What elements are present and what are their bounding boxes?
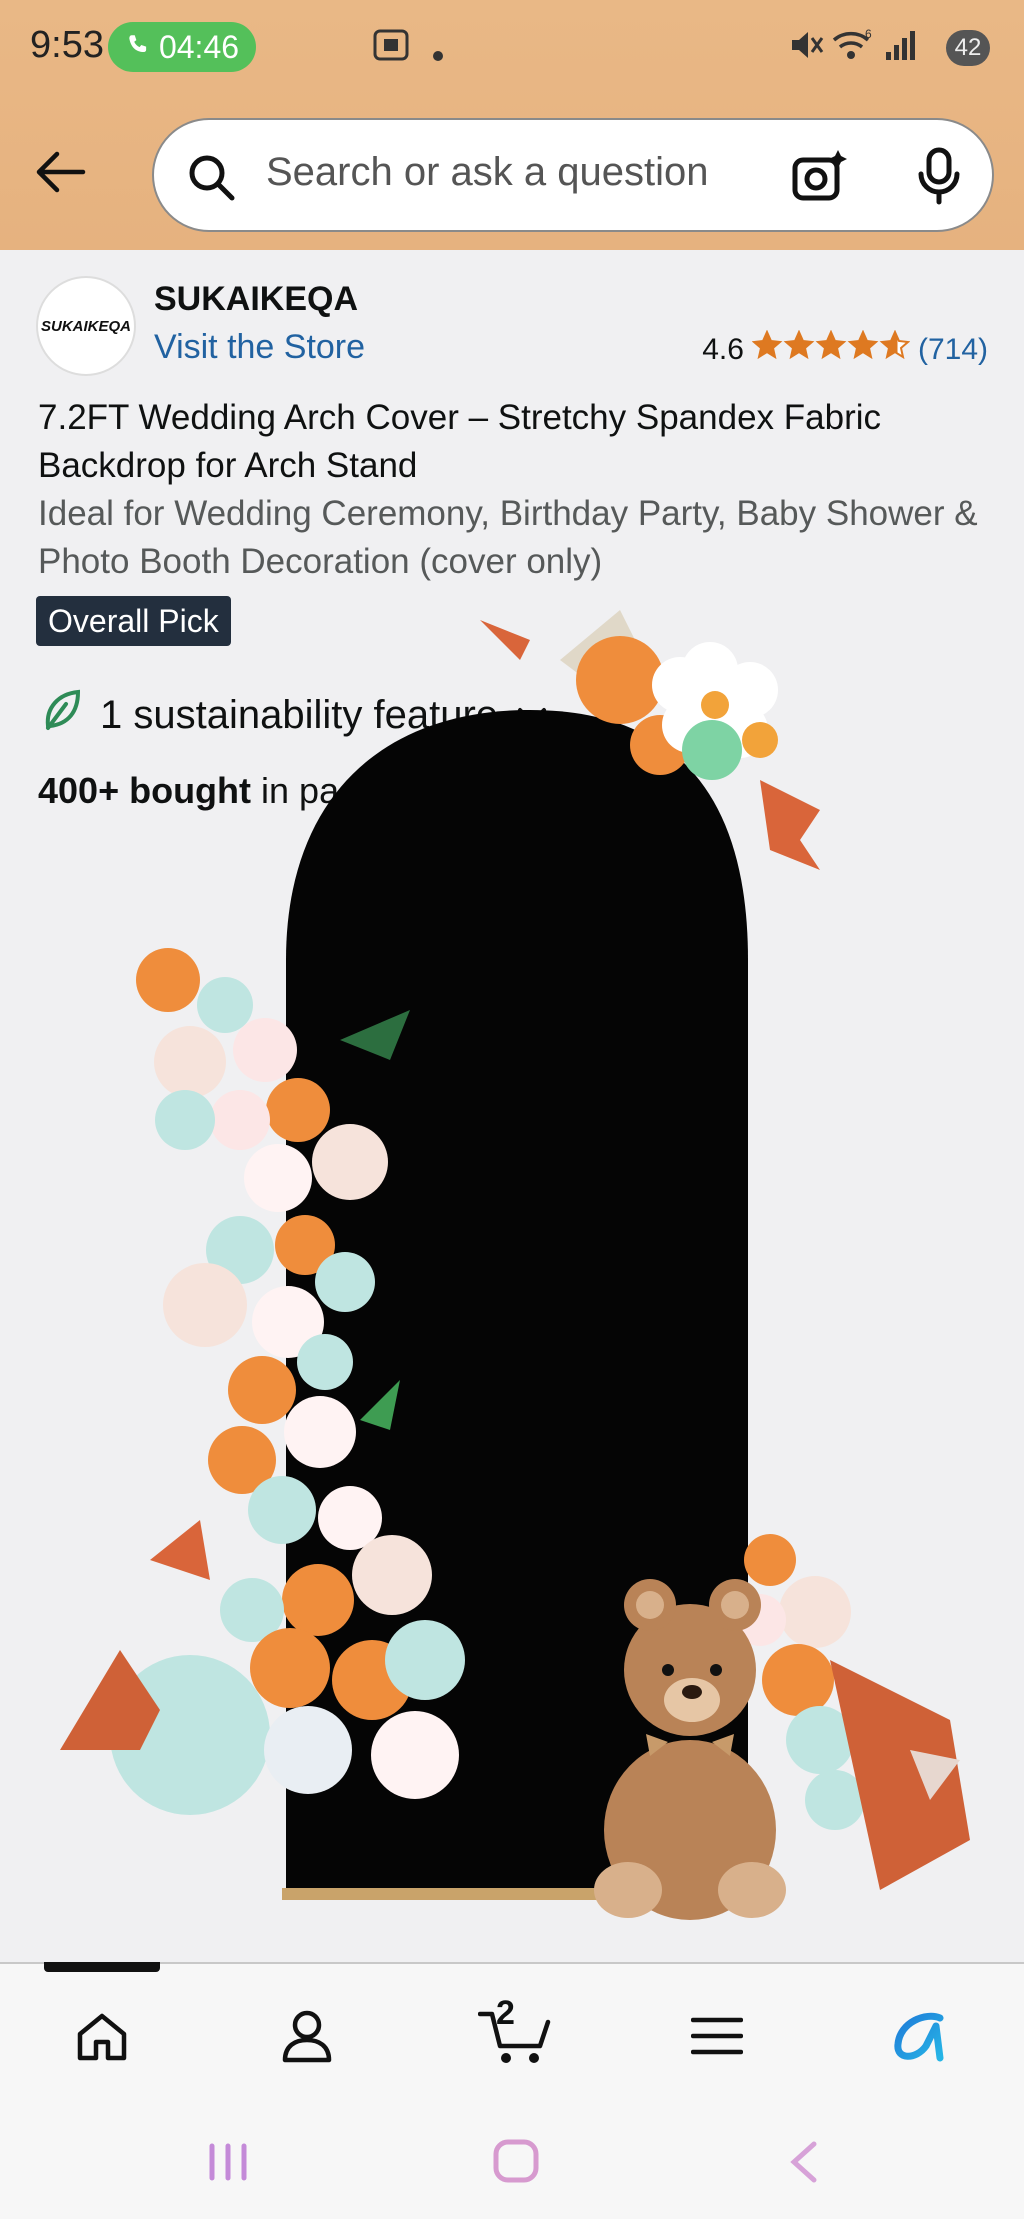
dot-icon	[432, 36, 444, 70]
status-time: 9:53	[30, 24, 104, 66]
star-rating-icon	[751, 329, 911, 370]
header-bar: 9:53 04:46 6 42 Search or ask a question	[0, 0, 1024, 250]
nav-cart[interactable]: 2	[476, 1994, 556, 2068]
home-system-icon[interactable]	[492, 2138, 540, 2189]
system-navigation-bar	[0, 2102, 1024, 2219]
hamburger-menu-icon	[691, 2017, 743, 2055]
rufus-assistant-icon	[894, 2012, 944, 2062]
bottom-navigation: 2	[0, 1962, 1024, 2104]
active-tab-indicator	[44, 1962, 160, 1972]
nav-rufus[interactable]	[888, 2004, 952, 2068]
wifi-badge: 6	[865, 28, 872, 41]
phone-icon	[125, 29, 151, 66]
store-logo-text: SUKAIKEQA	[40, 317, 131, 335]
cart-count: 2	[496, 1994, 515, 2032]
recent-apps-icon[interactable]	[206, 2142, 250, 2187]
call-indicator[interactable]: 04:46	[108, 22, 256, 72]
call-timer: 04:46	[158, 28, 240, 65]
product-image[interactable]	[0, 600, 1024, 1962]
wifi-icon: 6	[832, 27, 872, 70]
search-icon	[184, 150, 240, 211]
user-icon	[282, 2010, 332, 2063]
mute-icon	[788, 28, 824, 70]
product-title: 7.2FT Wedding Arch Cover – Stretchy Span…	[38, 398, 882, 485]
camera-search-icon[interactable]	[790, 146, 850, 211]
store-logo[interactable]: SUKAIKEQA	[36, 276, 136, 376]
screen-record-icon	[372, 28, 410, 70]
mic-icon[interactable]	[914, 146, 964, 211]
product-subtitle: Ideal for Wedding Ceremony, Birthday Par…	[38, 494, 978, 581]
nav-account[interactable]	[275, 2004, 339, 2068]
brand-name: SUKAIKEQA	[154, 280, 359, 318]
cart-icon	[478, 2011, 551, 2063]
nav-menu[interactable]	[685, 2004, 749, 2068]
rating-count-link[interactable]: (714)	[918, 333, 988, 367]
back-arrow-icon	[36, 151, 86, 193]
visit-store-link[interactable]: Visit the Store	[154, 328, 365, 367]
back-system-icon[interactable]	[786, 2140, 822, 2189]
search-bar[interactable]: Search or ask a question	[152, 118, 994, 232]
nav-home[interactable]	[70, 2004, 134, 2068]
rating-summary[interactable]: 4.6 (714)	[702, 329, 988, 370]
signal-icon	[884, 28, 920, 70]
rating-value: 4.6	[702, 333, 744, 366]
back-button[interactable]	[28, 140, 92, 204]
search-input[interactable]: Search or ask a question	[266, 150, 708, 195]
status-bar: 9:53 04:46 6 42	[0, 0, 1024, 100]
battery-indicator: 42	[946, 30, 990, 66]
home-icon	[77, 2013, 127, 2061]
